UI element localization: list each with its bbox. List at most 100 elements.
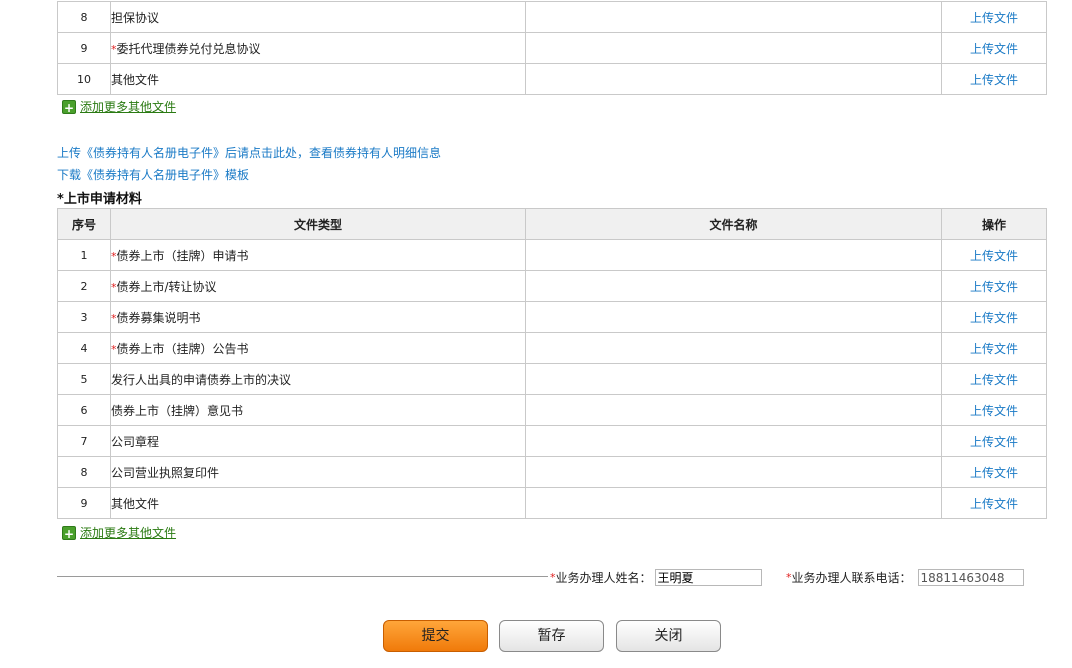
contact-name-input[interactable] (654, 569, 762, 586)
table-row: 9 其他文件 上传文件 (57, 487, 1047, 519)
upload-file-link[interactable]: 上传文件 (970, 73, 1018, 87)
row-number: 2 (57, 270, 111, 302)
upload-file-link[interactable]: 上传文件 (970, 42, 1018, 56)
file-name-cell (525, 32, 942, 64)
file-type-label: 债券上市（挂牌）公告书 (116, 341, 249, 356)
plus-icon: + (62, 525, 76, 541)
add-more-files-link[interactable]: 添加更多其他文件 (80, 98, 176, 115)
file-name-cell (525, 63, 942, 95)
header-file-type: 文件类型 (110, 208, 526, 240)
file-type-label: 担保协议 (111, 10, 160, 25)
row-number: 3 (57, 301, 111, 333)
file-type-cell: 公司章程 (110, 425, 526, 457)
file-type-label: 其他文件 (111, 72, 160, 87)
upload-file-link[interactable]: 上传文件 (970, 311, 1018, 325)
save-draft-button[interactable]: 暂存 (499, 620, 604, 652)
action-cell: 上传文件 (941, 425, 1047, 457)
upload-file-link[interactable]: 上传文件 (970, 373, 1018, 387)
action-cell: 上传文件 (941, 1, 1047, 33)
file-type-cell: 公司营业执照复印件 (110, 456, 526, 488)
submit-button[interactable]: 提交 (383, 620, 488, 652)
file-type-cell: *债券上市（挂牌）公告书 (110, 332, 526, 364)
action-cell: 上传文件 (941, 270, 1047, 302)
file-name-cell (525, 425, 942, 457)
file-name-cell (525, 332, 942, 364)
row-number: 9 (57, 487, 111, 519)
download-template-link[interactable]: 下载《债券持有人名册电子件》模板 (57, 168, 249, 182)
file-type-label: 委托代理债券兑付兑息协议 (116, 41, 261, 56)
upload-holders-link[interactable]: 上传《债券持有人名册电子件》后请点击此处，查看债券持有人明细信息 (57, 146, 441, 160)
add-more-files-link[interactable]: 添加更多其他文件 (80, 524, 176, 541)
contact-name-group: * 业务办理人姓名： (550, 569, 762, 586)
upload-file-link[interactable]: 上传文件 (970, 497, 1018, 511)
close-button[interactable]: 关闭 (616, 620, 721, 652)
file-name-cell (525, 456, 942, 488)
upload-file-link[interactable]: 上传文件 (970, 280, 1018, 294)
row-number: 8 (57, 456, 111, 488)
file-type-cell: 债券上市（挂牌）意见书 (110, 394, 526, 426)
row-number: 9 (57, 32, 111, 64)
upload-file-link[interactable]: 上传文件 (970, 342, 1018, 356)
file-name-cell (525, 301, 942, 333)
header-num: 序号 (57, 208, 111, 240)
header-action: 操作 (941, 208, 1047, 240)
table-row: 3 *债券募集说明书 上传文件 (57, 301, 1047, 333)
file-name-cell (525, 270, 942, 302)
listing-materials-table-body: 1 *债券上市（挂牌）申请书 上传文件 2 *债券上市/转让协议 上传文件 3 *债券募集说明… (57, 239, 1047, 519)
table-row: 8 担保协议 上传文件 (57, 1, 1047, 33)
add-more-files-2[interactable]: + 添加更多其他文件 (62, 524, 176, 541)
table-header-row: 序号 文件类型 文件名称 操作 (57, 208, 1047, 240)
add-more-files-1[interactable]: + 添加更多其他文件 (62, 98, 176, 115)
table-row: 8 公司营业执照复印件 上传文件 (57, 456, 1047, 488)
table-row: 7 公司章程 上传文件 (57, 425, 1047, 457)
required-mark: * (57, 192, 64, 207)
contact-phone-group: * 业务办理人联系电话： (786, 569, 1024, 586)
upload-file-link[interactable]: 上传文件 (970, 466, 1018, 480)
upload-file-link[interactable]: 上传文件 (970, 249, 1018, 263)
row-number: 4 (57, 332, 111, 364)
table-row: 4 *债券上市（挂牌）公告书 上传文件 (57, 332, 1047, 364)
upload-holders-link-row: 上传《债券持有人名册电子件》后请点击此处，查看债券持有人明细信息 (57, 144, 441, 161)
file-type-label: 发行人出具的申请债券上市的决议 (111, 372, 292, 387)
file-type-label: 债券上市/转让协议 (116, 279, 217, 294)
file-type-cell: *委托代理债券兑付兑息协议 (110, 32, 526, 64)
other-files-table: 8 担保协议 上传文件 9 *委托代理债券兑付兑息协议 上传文件 10 其他文件 上传文件 (57, 1, 1047, 95)
table-row: 6 债券上市（挂牌）意见书 上传文件 (57, 394, 1047, 426)
action-cell: 上传文件 (941, 239, 1047, 271)
file-type-cell: 担保协议 (110, 1, 526, 33)
file-name-cell (525, 239, 942, 271)
contact-phone-input[interactable] (917, 569, 1024, 586)
row-number: 5 (57, 363, 111, 395)
row-number: 10 (57, 63, 111, 95)
action-cell: 上传文件 (941, 456, 1047, 488)
contact-name-label: 业务办理人姓名： (555, 571, 652, 585)
action-cell: 上传文件 (941, 32, 1047, 64)
row-number: 1 (57, 239, 111, 271)
action-cell: 上传文件 (941, 363, 1047, 395)
upload-file-link[interactable]: 上传文件 (970, 435, 1018, 449)
section-title: *上市申请材料 (57, 188, 142, 207)
file-type-cell: 其他文件 (110, 487, 526, 519)
file-type-cell: *债券募集说明书 (110, 301, 526, 333)
row-number: 6 (57, 394, 111, 426)
action-cell: 上传文件 (941, 63, 1047, 95)
header-file-name: 文件名称 (525, 208, 942, 240)
plus-icon: + (62, 99, 76, 115)
file-name-cell (525, 487, 942, 519)
upload-file-link[interactable]: 上传文件 (970, 404, 1018, 418)
table-row: 9 *委托代理债券兑付兑息协议 上传文件 (57, 32, 1047, 64)
file-type-cell: *债券上市/转让协议 (110, 270, 526, 302)
download-template-link-row: 下载《债券持有人名册电子件》模板 (57, 166, 249, 183)
file-type-label: 债券上市（挂牌）意见书 (111, 403, 244, 418)
action-cell: 上传文件 (941, 332, 1047, 364)
action-cell: 上传文件 (941, 394, 1047, 426)
divider (57, 576, 548, 577)
file-type-cell: 其他文件 (110, 63, 526, 95)
file-type-label: 公司营业执照复印件 (111, 465, 220, 480)
action-cell: 上传文件 (941, 301, 1047, 333)
upload-file-link[interactable]: 上传文件 (970, 11, 1018, 25)
file-type-cell: 发行人出具的申请债券上市的决议 (110, 363, 526, 395)
contact-phone-label: 业务办理人联系电话： (791, 571, 912, 585)
listing-materials-table: 序号 文件类型 文件名称 操作 1 *债券上市（挂牌）申请书 上传文件 2 *债券上市/… (57, 208, 1047, 519)
table-row: 5 发行人出具的申请债券上市的决议 上传文件 (57, 363, 1047, 395)
